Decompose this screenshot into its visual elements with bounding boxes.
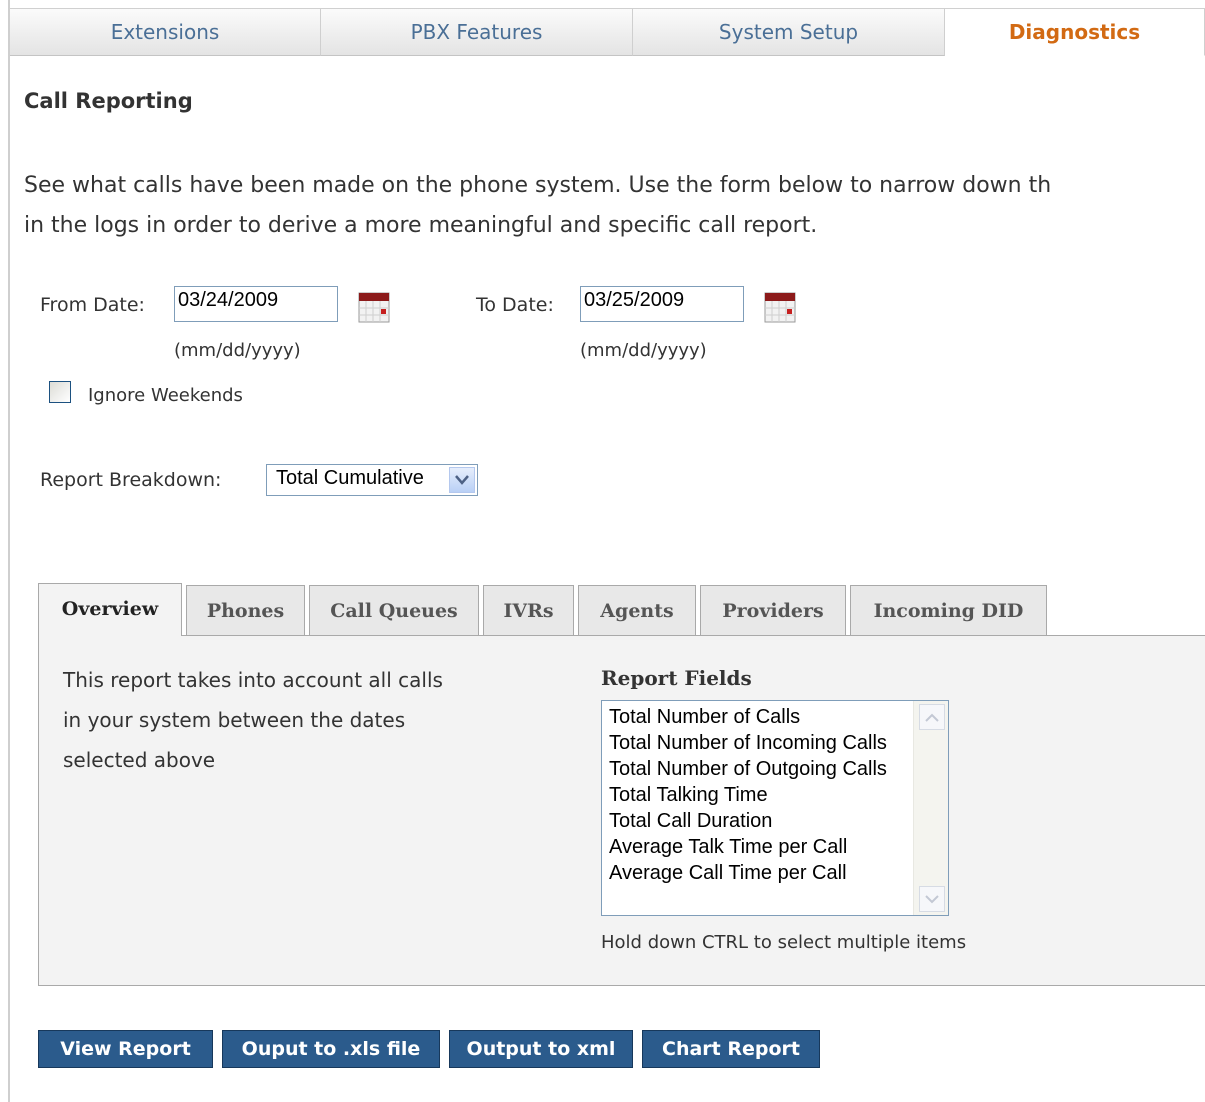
tab-phones[interactable]: Phones: [186, 585, 305, 635]
nav-tab-pbx-features[interactable]: PBX Features: [321, 8, 633, 56]
top-navigation: Extensions PBX Features System Setup Dia…: [10, 8, 1205, 56]
description-line: This report takes into account all calls: [63, 668, 443, 692]
to-date-input[interactable]: 03/25/2009: [580, 286, 744, 322]
list-item[interactable]: Total Number of Outgoing Calls: [609, 756, 887, 782]
overview-panel: This report takes into account all calls…: [38, 635, 1205, 986]
intro-line: in the logs in order to derive a more me…: [24, 213, 818, 238]
nav-tab-diagnostics[interactable]: Diagnostics: [945, 8, 1205, 56]
nav-tab-system-setup[interactable]: System Setup: [633, 8, 945, 56]
description-line: in your system between the dates: [63, 708, 406, 732]
view-report-button[interactable]: View Report: [38, 1030, 213, 1068]
tab-ivrs[interactable]: IVRs: [483, 585, 574, 635]
calendar-icon[interactable]: [358, 291, 390, 323]
tab-overview[interactable]: Overview: [38, 583, 182, 636]
tab-incoming-did[interactable]: Incoming DID: [850, 585, 1047, 635]
report-fields-heading: Report Fields: [601, 666, 752, 690]
tab-agents[interactable]: Agents: [578, 585, 696, 635]
list-item[interactable]: Total Talking Time: [609, 782, 768, 808]
output-xml-button[interactable]: Output to xml: [449, 1030, 633, 1068]
report-breakdown-label: Report Breakdown:: [40, 469, 222, 491]
list-item[interactable]: Total Number of Incoming Calls: [609, 730, 887, 756]
page-title: Call Reporting: [24, 89, 193, 113]
output-xls-button[interactable]: Ouput to .xls file: [222, 1030, 440, 1068]
from-date-input[interactable]: 03/24/2009: [174, 286, 338, 322]
ignore-weekends-checkbox[interactable]: [49, 381, 71, 403]
scroll-up-icon[interactable]: [919, 704, 945, 730]
report-breakdown-value: Total Cumulative: [276, 467, 424, 489]
intro-line: See what calls have been made on the pho…: [24, 173, 1052, 198]
report-fields-listbox[interactable]: Total Number of Calls Total Number of In…: [601, 700, 949, 916]
from-date-label: From Date:: [40, 294, 145, 316]
page-left-border: [8, 0, 10, 1102]
overview-description: This report takes into account all calls…: [63, 660, 543, 780]
listbox-scrollbar[interactable]: [913, 701, 948, 915]
calendar-icon[interactable]: [764, 291, 796, 323]
nav-tab-extensions[interactable]: Extensions: [10, 8, 321, 56]
from-date-format-hint: (mm/dd/yyyy): [174, 340, 301, 361]
list-item[interactable]: Average Talk Time per Call: [609, 834, 847, 860]
chart-report-button[interactable]: Chart Report: [642, 1030, 820, 1068]
tab-call-queues[interactable]: Call Queues: [309, 585, 479, 635]
list-item[interactable]: Total Number of Calls: [609, 704, 800, 730]
list-item[interactable]: Average Call Time per Call: [609, 860, 847, 886]
to-date-label: To Date:: [476, 294, 554, 316]
report-breakdown-select[interactable]: Total Cumulative: [266, 464, 478, 496]
list-item[interactable]: Total Call Duration: [609, 808, 772, 834]
description-line: selected above: [63, 748, 216, 772]
intro-text: See what calls have been made on the pho…: [24, 166, 1204, 246]
multi-select-hint: Hold down CTRL to select multiple items: [601, 932, 967, 953]
scroll-down-icon[interactable]: [919, 886, 945, 912]
tab-providers[interactable]: Providers: [700, 585, 846, 635]
to-date-format-hint: (mm/dd/yyyy): [580, 340, 707, 361]
ignore-weekends-label: Ignore Weekends: [88, 385, 243, 406]
chevron-down-icon[interactable]: [449, 467, 475, 493]
